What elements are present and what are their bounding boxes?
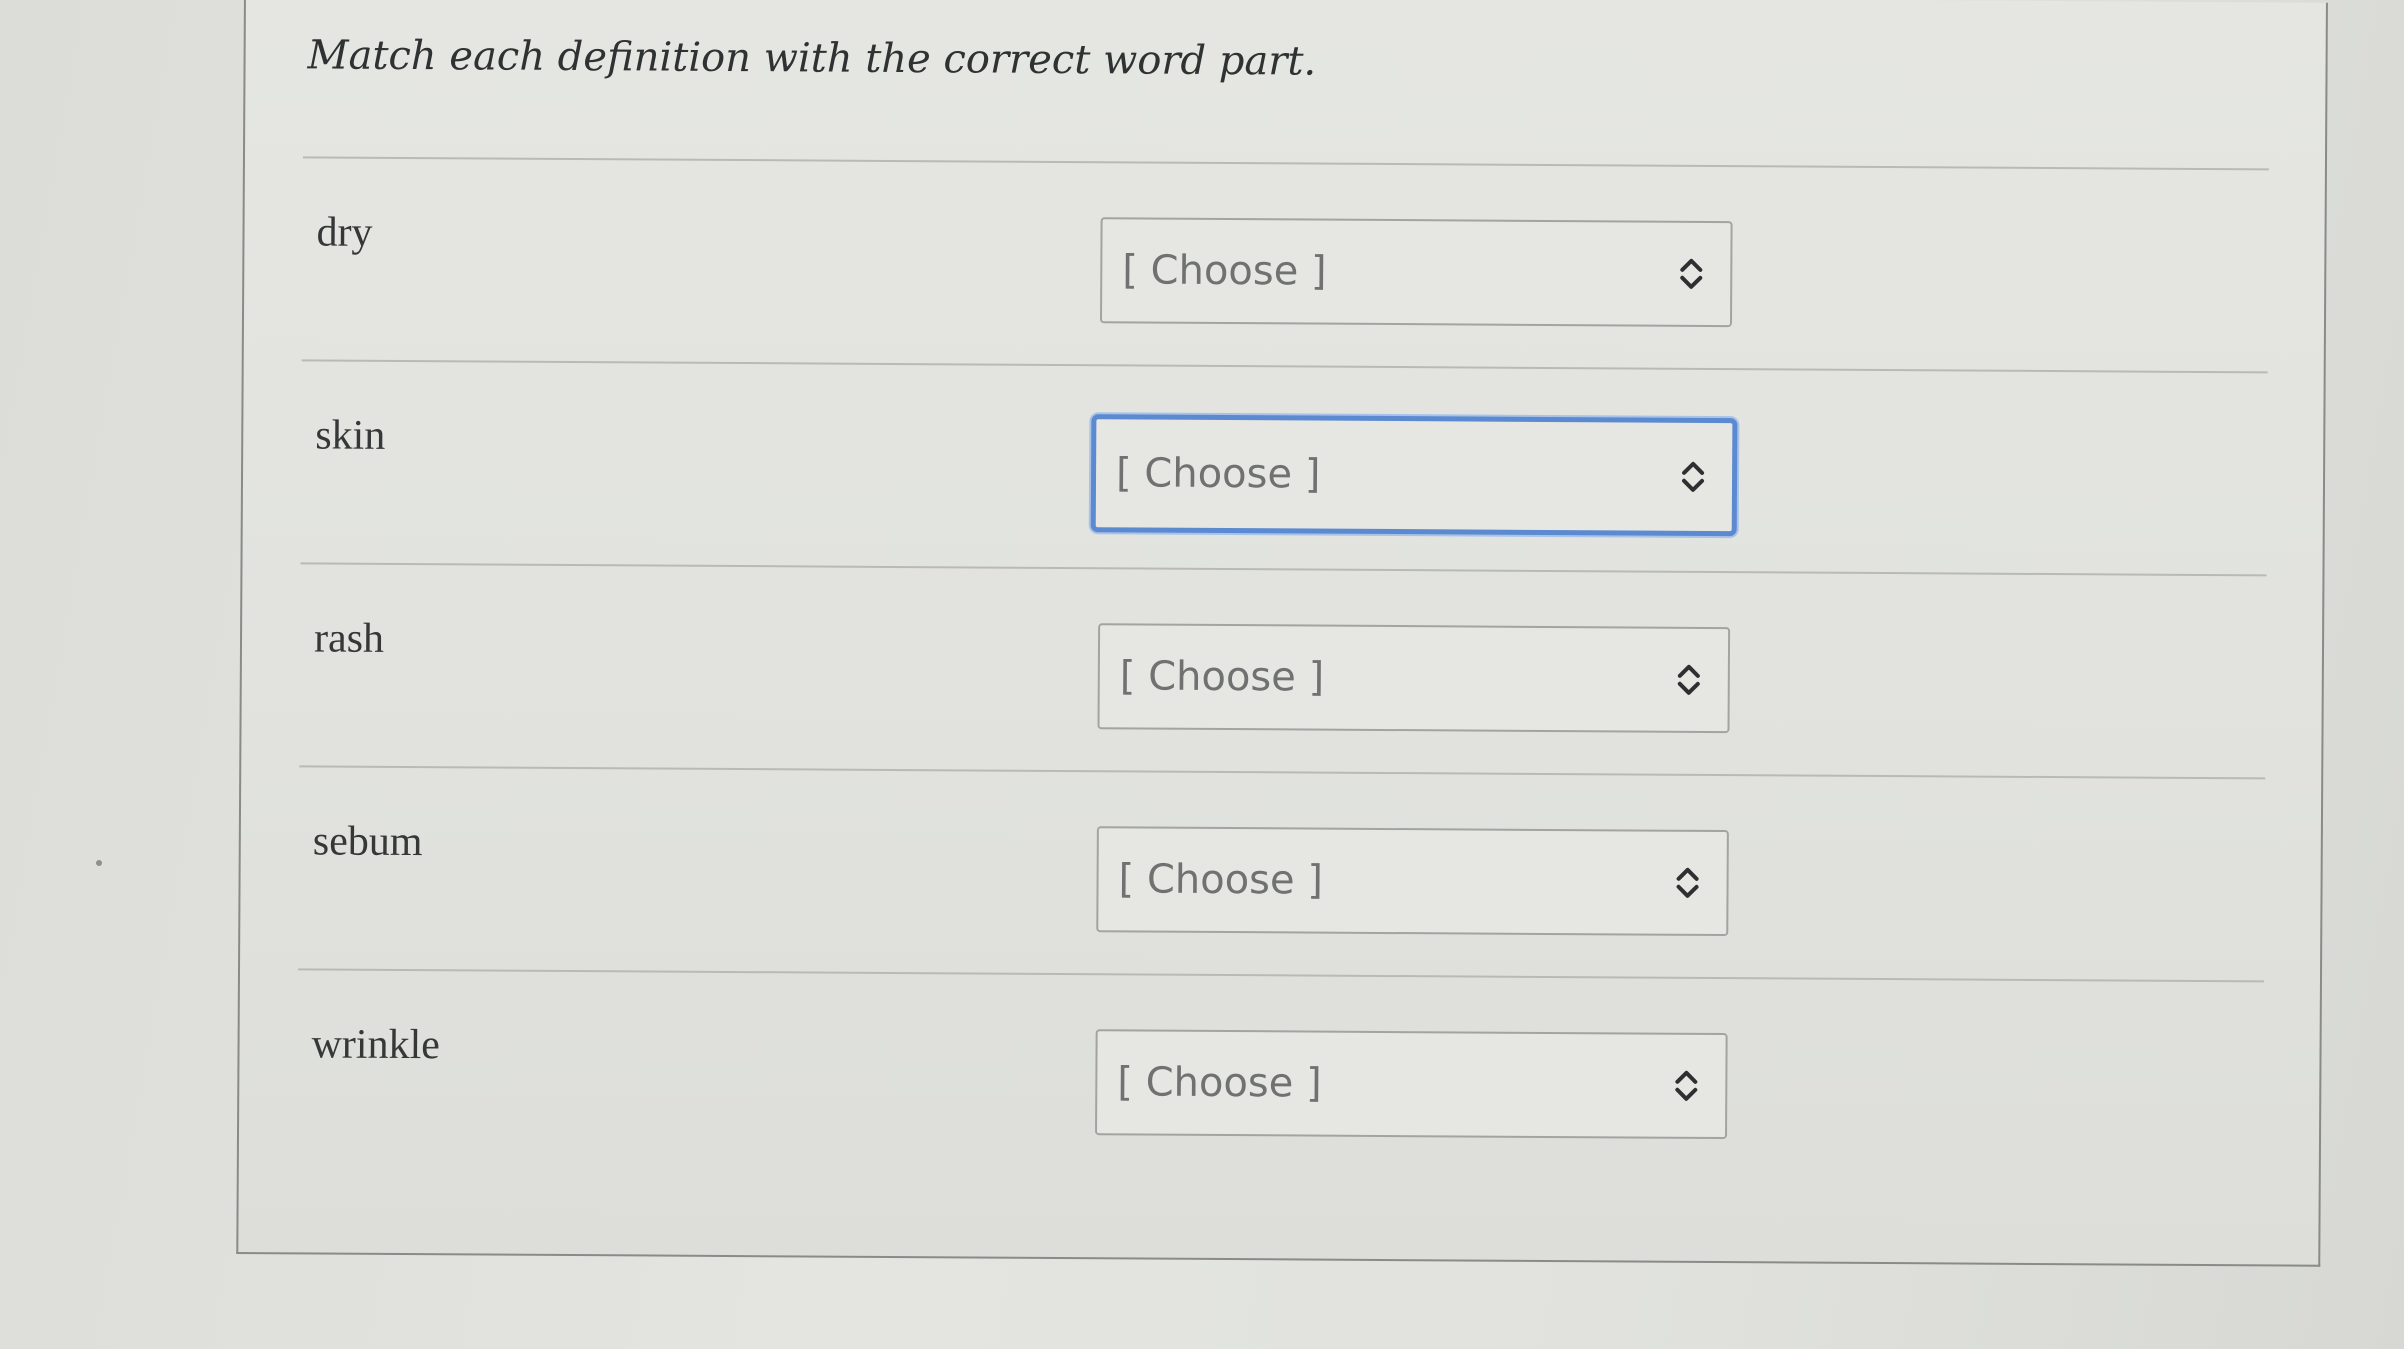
match-list: dry [ Choose ] skin [ Choose ] rash [Ch…	[296, 156, 2269, 1184]
match-row-wrinkle: wrinkle [ Choose ]	[296, 968, 2264, 1184]
answer-select-rash[interactable]: [ Choose ]	[1097, 623, 1731, 734]
chevron-up-down-icon	[1677, 664, 1700, 695]
match-row-skin: skin [ Choose ]	[300, 359, 2268, 575]
select-value: [ Choose ]	[1117, 1059, 1322, 1107]
term-label: wrinkle	[311, 1021, 440, 1069]
chevron-up-down-icon	[1676, 867, 1699, 898]
match-row-sebum: sebum [ Choose ]	[298, 765, 2266, 981]
match-row-rash: rash [ Choose ]	[299, 562, 2267, 778]
question-prompt: Match each definition with the correct w…	[307, 32, 1317, 85]
term-label: sebum	[312, 818, 423, 866]
match-row-dry: dry [ Choose ]	[301, 156, 2269, 372]
chevron-up-down-icon	[1682, 461, 1705, 492]
select-value: [ Choose ]	[1119, 653, 1325, 701]
select-value: [ Choose ]	[1115, 450, 1321, 498]
select-value: [ Choose ]	[1122, 247, 1327, 295]
select-value: [ Choose ]	[1118, 856, 1324, 904]
answer-select-wrinkle[interactable]: [ Choose ]	[1095, 1029, 1728, 1140]
chevron-up-down-icon	[1675, 1070, 1698, 1101]
term-label: skin	[315, 412, 386, 459]
term-label: dry	[316, 209, 373, 256]
answer-select-skin[interactable]: [ Choose ]	[1090, 414, 1738, 537]
chevron-up-down-icon	[1680, 258, 1703, 289]
term-label: rash	[313, 615, 385, 662]
screen-speck	[96, 860, 102, 866]
question-card: Match each definition with the correct w…	[236, 0, 2328, 1267]
answer-select-sebum[interactable]: [ Choose ]	[1096, 826, 1729, 937]
answer-select-dry[interactable]: [ Choose ]	[1099, 217, 1733, 328]
